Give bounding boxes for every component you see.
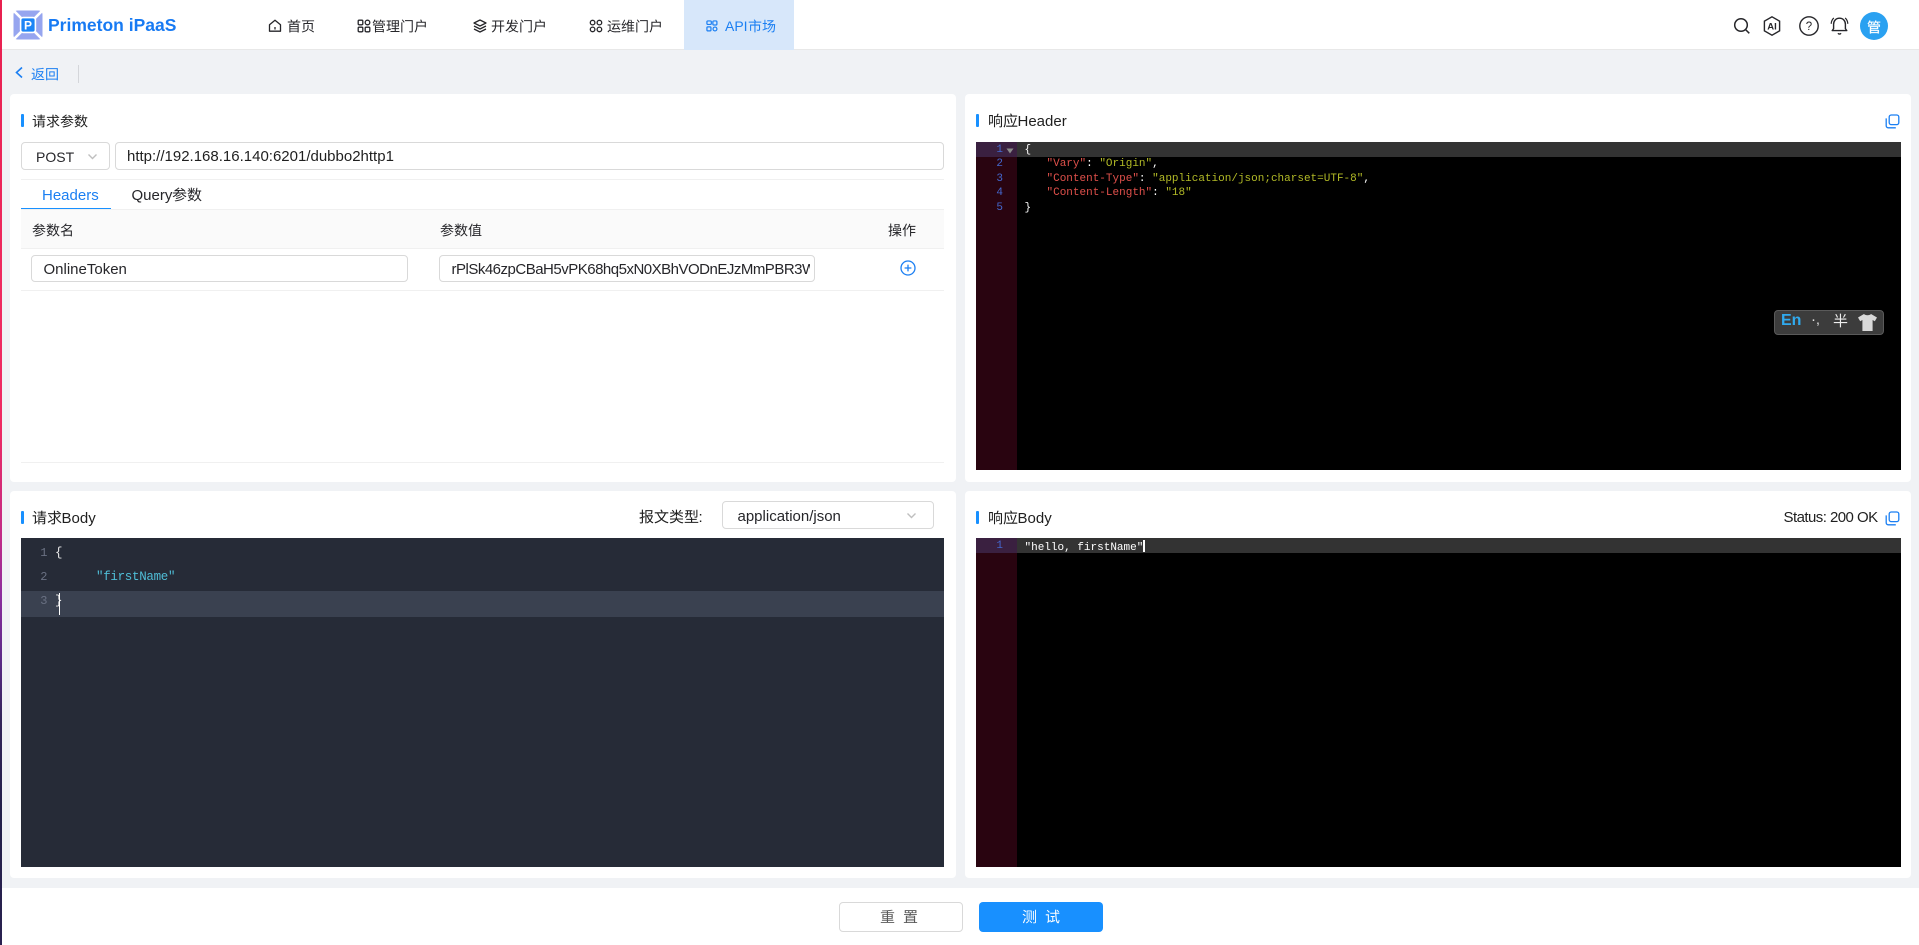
svg-text:?: ? [1806,21,1812,33]
svg-text:P: P [24,19,32,33]
svg-text:AI: AI [1767,22,1777,33]
